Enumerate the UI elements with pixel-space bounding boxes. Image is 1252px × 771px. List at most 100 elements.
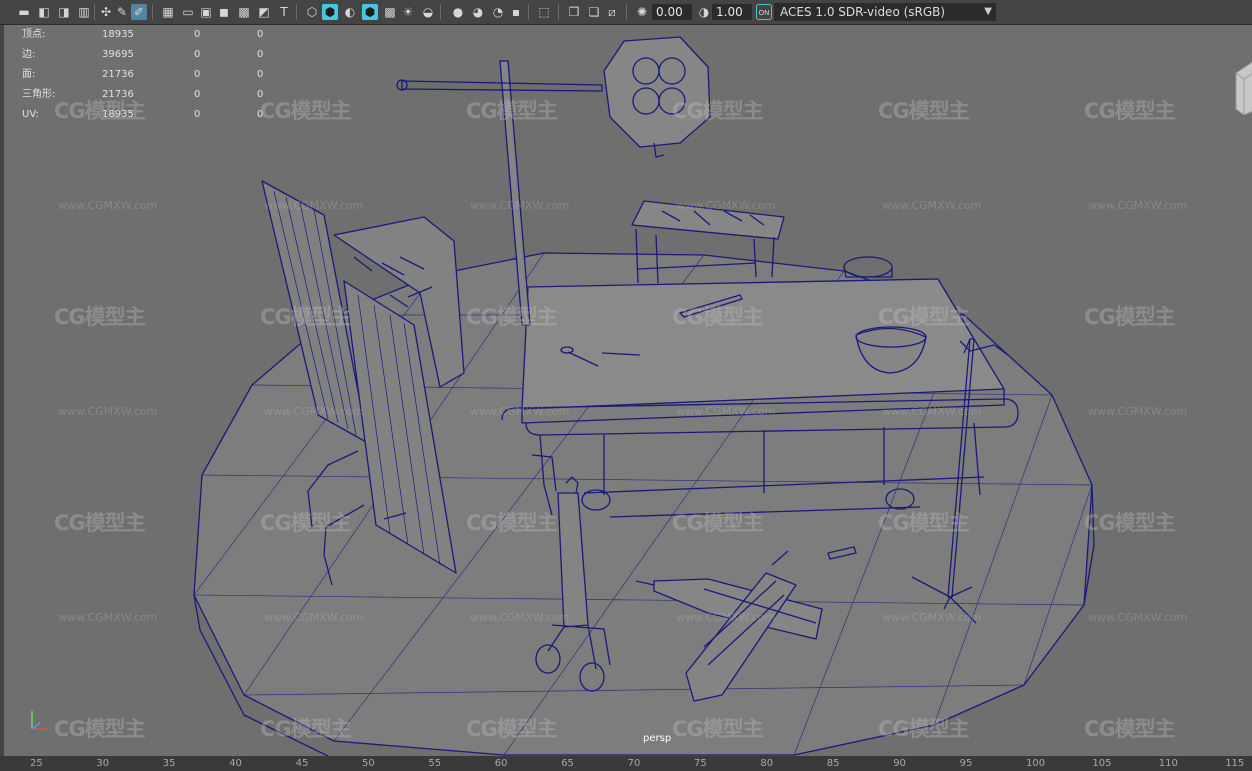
xray-active-icon[interactable]: ⧄ [604,4,620,20]
hud-value: 0 [194,69,201,80]
watermark-logo: CG模型主 [1084,305,1176,329]
grease-pencil-active-icon[interactable]: ✐ [131,4,147,20]
watermark-logo: CG模型主 [1084,511,1176,535]
color-management-icon[interactable]: ON [756,4,772,20]
film-gate-icon[interactable]: ▭ [180,4,196,20]
watermark-logo: CG模型主 [878,717,970,741]
timeline-tick-label: 55 [428,758,442,769]
hud-label: 边: [22,49,36,60]
grid-icon[interactable]: ▦ [160,4,176,20]
field-chart-icon[interactable]: ▩ [236,4,252,20]
camera-icon[interactable]: ▬ [16,4,32,20]
shadows-icon[interactable]: ◒ [420,4,436,20]
watermark-logo: CG模型主 [466,305,558,329]
hud-value: 0 [257,29,264,40]
default-lighting-icon[interactable]: ◐ [342,4,358,20]
watermark-url: www.CGMXW.com [882,611,982,624]
timeline-tick-label: 75 [694,758,707,769]
grease-pencil-icon[interactable]: ✎ [114,4,130,20]
watermark-logo: CG模型主 [878,511,970,535]
watermark-url: www.CGMXW.com [264,611,364,624]
safe-title-icon[interactable]: T [276,4,292,20]
hud-value: 0 [257,49,264,60]
hud-value: 18935 [102,29,134,40]
watermark-url: www.CGMXW.com [58,611,158,624]
motion-blur-icon[interactable]: ◕ [470,4,486,20]
bookmark-icon[interactable]: ◨ [56,4,72,20]
perspective-viewport[interactable]: 顶点: 18935 0 0 边: 39695 0 0 面: 21736 0 0 … [0,25,1252,756]
watermark-logo: CG模型主 [466,99,558,123]
hud-value: 0 [194,89,201,100]
hud-label: 面: [22,69,36,80]
timeline-tick-label: 65 [561,758,574,769]
watermark-url: www.CGMXW.com [676,199,776,212]
watermark-url: www.CGMXW.com [264,405,364,418]
timeline-tick-label: 25 [30,758,43,769]
watermark-url: www.CGMXW.com [882,405,982,418]
viewport-toolbar: ▬ ◧ ◨ ▥ ✣ ✎ ✐ ▦ ▭ ▣ ◼ ▩ ◩ T ⬡ ⬢ ◐ ⬢ ▩ ☀ … [0,0,1252,25]
watermark-url: www.CGMXW.com [1088,199,1188,212]
view-cube-icon[interactable] [1232,55,1252,115]
timeline-tick-label: 40 [229,758,242,769]
textured-icon[interactable]: ▩ [382,4,398,20]
watermark-logo: CG模型主 [260,511,352,535]
watermark-url: www.CGMXW.com [264,199,364,212]
watermark-url: www.CGMXW.com [1088,405,1188,418]
stool-top [843,256,893,278]
exposure-field[interactable]: 0.00 [652,4,692,20]
scene-wireframe [193,36,1095,756]
toolbar-separator [94,4,95,20]
xray-joints-icon[interactable]: ❏ [586,4,602,20]
watermark-url: www.CGMXW.com [470,611,570,624]
watermark-url: www.CGMXW.com [1088,611,1188,624]
gate-mask-icon[interactable]: ◼ [216,4,232,20]
table-top [521,278,1005,410]
depth-of-field-icon[interactable]: ▪ [508,4,524,20]
smooth-shade-icon[interactable]: ⬢ [322,4,338,20]
watermark-logo: CG模型主 [54,717,146,741]
2d-pan-icon[interactable]: ✣ [98,4,114,20]
timeline-tick-label: 60 [494,758,508,769]
exposure-icon[interactable]: ✺ [634,4,650,20]
color-space-dropdown[interactable]: ACES 1.0 SDR-video (sRGB) ▼ [774,3,996,21]
toolbar-separator [626,4,627,20]
hud-value: 0 [194,49,201,60]
hud-value: 0 [257,69,264,80]
use-all-lights-icon[interactable]: ☀ [400,4,416,20]
watermark-logo: CG模型主 [672,717,764,741]
timeline-tick-label: 90 [893,758,906,769]
watermark-url: www.CGMXW.com [58,405,158,418]
watermark-url: www.CGMXW.com [470,199,570,212]
wireframe-icon[interactable]: ⬡ [304,4,320,20]
hud-label: 顶点: [22,29,46,40]
toolbar-separator [152,4,153,20]
wireframe-on-shaded-icon[interactable]: ⬢ [362,4,378,20]
camera-attr-icon[interactable]: ◧ [36,4,52,20]
timeline-tick-label: 110 [1158,758,1178,769]
ambient-occlusion-icon[interactable]: ● [450,4,466,20]
watermark-logo: CG模型主 [672,305,764,329]
timeline-tick-label: 95 [959,758,973,769]
timeline-tick-label: 30 [96,758,110,769]
anti-alias-icon[interactable]: ◔ [490,4,506,20]
isolate-select-icon[interactable]: ⬚ [536,4,552,20]
watermark-logo: CG模型主 [878,99,970,123]
hud-value: 21736 [102,69,134,80]
watermark-logo: CG模型主 [54,305,146,329]
time-slider[interactable]: 25 30 35 40 45 50 55 60 65 70 75 80 85 90 95 100 105 110 1… [0,756,1252,771]
gamma-icon[interactable]: ◑ [696,4,712,20]
image-plane-icon[interactable]: ▥ [76,4,92,20]
watermark-logo: CG模型主 [672,511,764,535]
timeline-tick-label: 50 [362,758,375,769]
hud-value: 0 [194,29,201,40]
camera-label: persp [643,733,672,744]
watermark-logo: CG模型主 [54,511,146,535]
toolbar-separator [528,4,529,20]
resolution-gate-icon[interactable]: ▣ [198,4,214,20]
xray-icon[interactable]: ❐ [566,4,582,20]
hud-value: 39695 [102,49,134,60]
safe-action-icon[interactable]: ◩ [256,4,272,20]
gamma-field[interactable]: 1.00 [712,4,752,20]
watermark-logo: CG模型主 [54,99,146,123]
axis-gizmo-icon [31,711,48,730]
